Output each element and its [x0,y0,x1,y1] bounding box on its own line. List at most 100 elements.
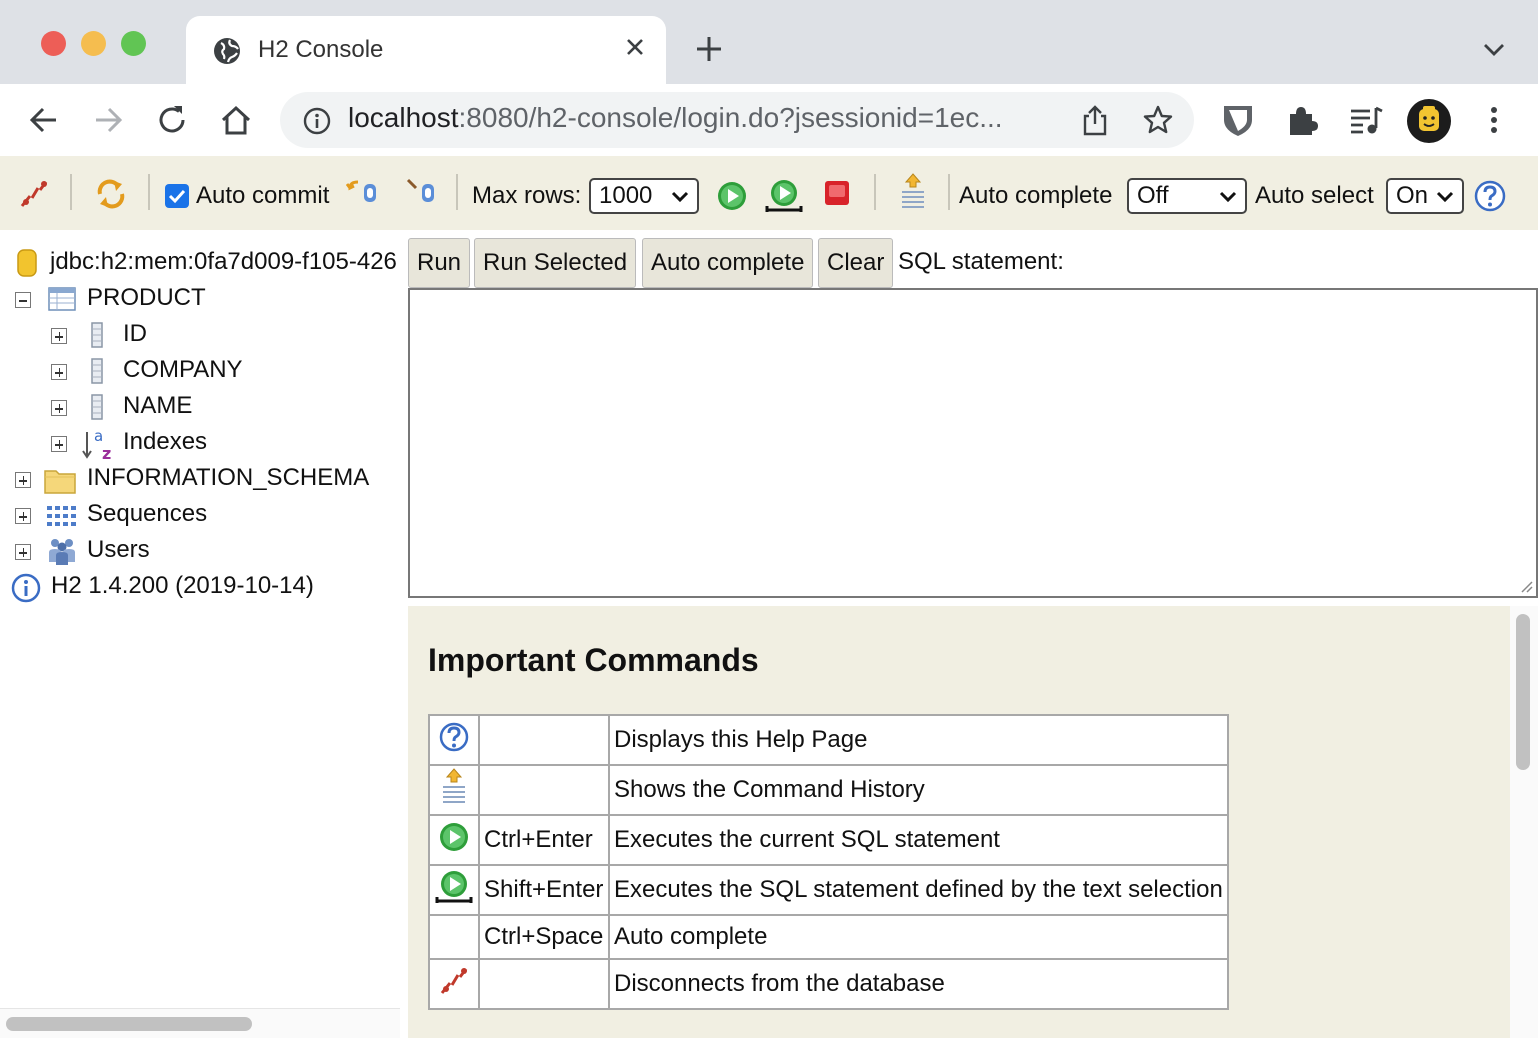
run-icon[interactable] [716,180,748,212]
close-window-button[interactable] [41,31,66,56]
toolbar-separator [874,174,876,210]
reload-icon[interactable] [154,102,190,138]
tree-sequences[interactable]: Sequences [87,496,207,532]
auto-commit-label: Auto commit [196,182,330,209]
tree-users[interactable]: Users [87,532,150,568]
sql-statement-label: SQL statement: [898,248,1064,275]
tree-information-schema[interactable]: INFORMATION_SCHEMA [87,460,369,496]
auto-select-label: Auto select [1255,182,1374,209]
expand-toggle[interactable] [15,544,31,560]
auto-select-value: On [1396,182,1429,209]
tree-column-name[interactable]: NAME [123,388,192,424]
globe-icon [214,38,240,64]
users-icon [49,539,75,565]
expand-toggle[interactable] [51,436,67,452]
shortcut-cell [478,958,610,1010]
expand-toggle[interactable] [15,508,31,524]
run-selected-icon[interactable] [764,178,804,214]
run-selected-button[interactable]: Run Selected [474,238,637,288]
site-info-icon[interactable] [302,106,332,136]
rollback-icon[interactable] [346,176,380,206]
bitwarden-extension-icon[interactable] [1220,102,1256,138]
clear-button[interactable]: Clear [818,238,894,288]
chevron-down-icon [1436,191,1454,203]
table-row: Displays this Help Page [428,714,1229,766]
tree-indexes[interactable]: Indexes [123,424,207,460]
auto-complete-button[interactable]: Auto complete [642,238,814,288]
info-icon [11,573,41,603]
stop-icon[interactable] [824,180,850,206]
share-icon[interactable] [1080,104,1110,136]
home-icon[interactable] [218,102,254,138]
column-icon [91,322,103,348]
forward-icon[interactable] [90,102,126,138]
bookmark-star-icon[interactable] [1142,104,1174,136]
scrollbar-thumb[interactable] [6,1017,252,1031]
scrollbar-thumb[interactable] [1516,614,1530,770]
table-cell [428,814,480,866]
expand-toggle[interactable] [51,328,67,344]
expand-toggle[interactable] [51,364,67,380]
url-host: localhost [348,102,459,133]
minimize-window-button[interactable] [81,31,106,56]
auto-commit-checkbox[interactable] [165,184,189,208]
zoom-window-button[interactable] [121,31,146,56]
table-row: Disconnects from the database [428,958,1229,1010]
chevron-down-icon[interactable] [1480,38,1508,62]
toolbar-separator [148,174,150,210]
disconnect-icon[interactable] [18,178,50,210]
refresh-icon[interactable] [94,178,128,210]
table-row: Ctrl+Space Auto complete [428,914,1229,960]
run-button[interactable]: Run [408,238,471,288]
sequences-icon [47,506,76,526]
vertical-scrollbar[interactable] [1510,606,1538,1038]
table-cell [428,864,480,916]
history-icon[interactable] [898,172,928,212]
help-icon[interactable] [1474,180,1506,212]
column-icon [91,394,103,420]
shortcut-cell: Shift+Enter [478,864,610,916]
max-rows-select[interactable]: 1000 [589,178,699,214]
chevron-down-icon [671,191,689,203]
shortcut-cell: Ctrl+Space [478,914,610,960]
version-text: H2 1.4.200 (2019-10-14) [51,572,314,599]
table-icon [48,287,76,311]
commit-icon[interactable] [404,176,438,206]
resize-handle-icon[interactable] [1518,578,1534,594]
description-cell: Disconnects from the database [608,958,1229,1010]
kebab-menu-icon[interactable] [1476,102,1512,138]
tab-title: H2 Console [258,36,384,63]
toolbar-separator [70,174,72,210]
profile-avatar[interactable] [1406,98,1452,144]
media-queue-icon[interactable] [1348,102,1384,138]
tree-connection[interactable]: jdbc:h2:mem:0fa7d009-f105-426 [50,244,397,280]
expand-toggle[interactable] [15,472,31,488]
tree-column-company[interactable]: COMPANY [123,352,243,388]
description-cell: Executes the SQL statement defined by th… [608,864,1229,916]
url-path: :8080/h2-console/login.do?jsessionid=1ec… [458,102,1003,133]
table-cell [428,958,480,1010]
tree-column-id[interactable]: ID [123,316,147,352]
collapse-toggle[interactable] [15,292,31,308]
new-tab-icon[interactable] [694,34,724,64]
close-tab-icon[interactable] [622,34,648,60]
table-row: Shift+Enter Executes the SQL statement d… [428,864,1229,916]
sql-editor[interactable] [408,288,1538,598]
disconnect-icon [440,967,468,994]
extensions-puzzle-icon[interactable] [1284,102,1320,138]
auto-select-select[interactable]: On [1386,178,1464,214]
back-icon[interactable] [26,102,62,138]
max-rows-value: 1000 [599,182,653,209]
browser-tab[interactable]: H2 Console [186,16,666,84]
schema-tree: jdbc:h2:mem:0fa7d009-f105-426 PRODUCT ID… [0,230,400,1038]
shortcut-cell [478,764,610,816]
table-cell [428,914,480,960]
shortcut-cell: Ctrl+Enter [478,814,610,866]
h2-toolbar: Auto commit Max rows: 1000 Auto complete… [0,156,1538,230]
auto-complete-select[interactable]: Off [1127,178,1247,214]
tree-table-product[interactable]: PRODUCT [87,280,206,316]
address-bar[interactable]: localhost:8080/h2-console/login.do?jsess… [280,92,1194,148]
expand-toggle[interactable] [51,400,67,416]
help-panel: Important Commands Displays this Help Pa… [408,606,1510,1038]
horizontal-scrollbar[interactable] [0,1008,400,1038]
